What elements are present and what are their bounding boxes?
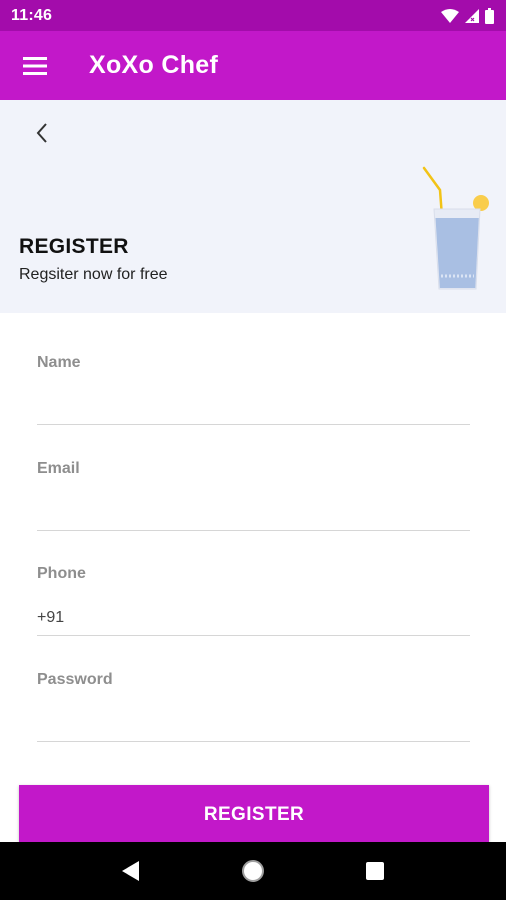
password-input[interactable]	[37, 706, 470, 742]
status-bar: 11:46	[0, 0, 506, 31]
drink-glass-illustration	[420, 166, 492, 299]
email-input[interactable]	[37, 495, 470, 531]
home-circle-icon[interactable]	[233, 851, 273, 891]
app-bar: XoXo Chef	[0, 31, 506, 100]
password-field: Password	[37, 671, 470, 742]
name-label: Name	[37, 354, 81, 371]
password-label: Password	[37, 671, 113, 688]
signal-icon	[465, 8, 479, 23]
recents-square-icon[interactable]	[355, 851, 395, 891]
wifi-icon	[441, 8, 459, 23]
app-title: XoXo Chef	[89, 51, 219, 79]
system-nav-bar	[0, 842, 506, 900]
hamburger-menu-icon[interactable]	[0, 31, 70, 100]
name-input[interactable]	[37, 389, 470, 425]
name-field: Name	[37, 354, 470, 425]
register-header: REGISTER Regsiter now for free	[0, 100, 506, 313]
email-label: Email	[37, 460, 80, 477]
phone-input[interactable]	[37, 600, 470, 636]
battery-icon	[485, 7, 494, 24]
register-screen: 11:46 XoXo Chef REGISTER Regsiter now fo…	[0, 0, 506, 900]
register-subheading: Regsiter now for free	[19, 266, 168, 283]
status-icons	[441, 7, 494, 24]
email-field: Email	[37, 460, 470, 531]
status-time: 11:46	[11, 6, 53, 24]
register-heading: REGISTER	[19, 235, 129, 258]
phone-label: Phone	[37, 565, 86, 582]
phone-field: Phone	[37, 565, 470, 636]
back-triangle-icon[interactable]	[111, 851, 151, 891]
register-button[interactable]: REGISTER	[19, 785, 489, 845]
chevron-left-icon[interactable]	[22, 116, 62, 150]
